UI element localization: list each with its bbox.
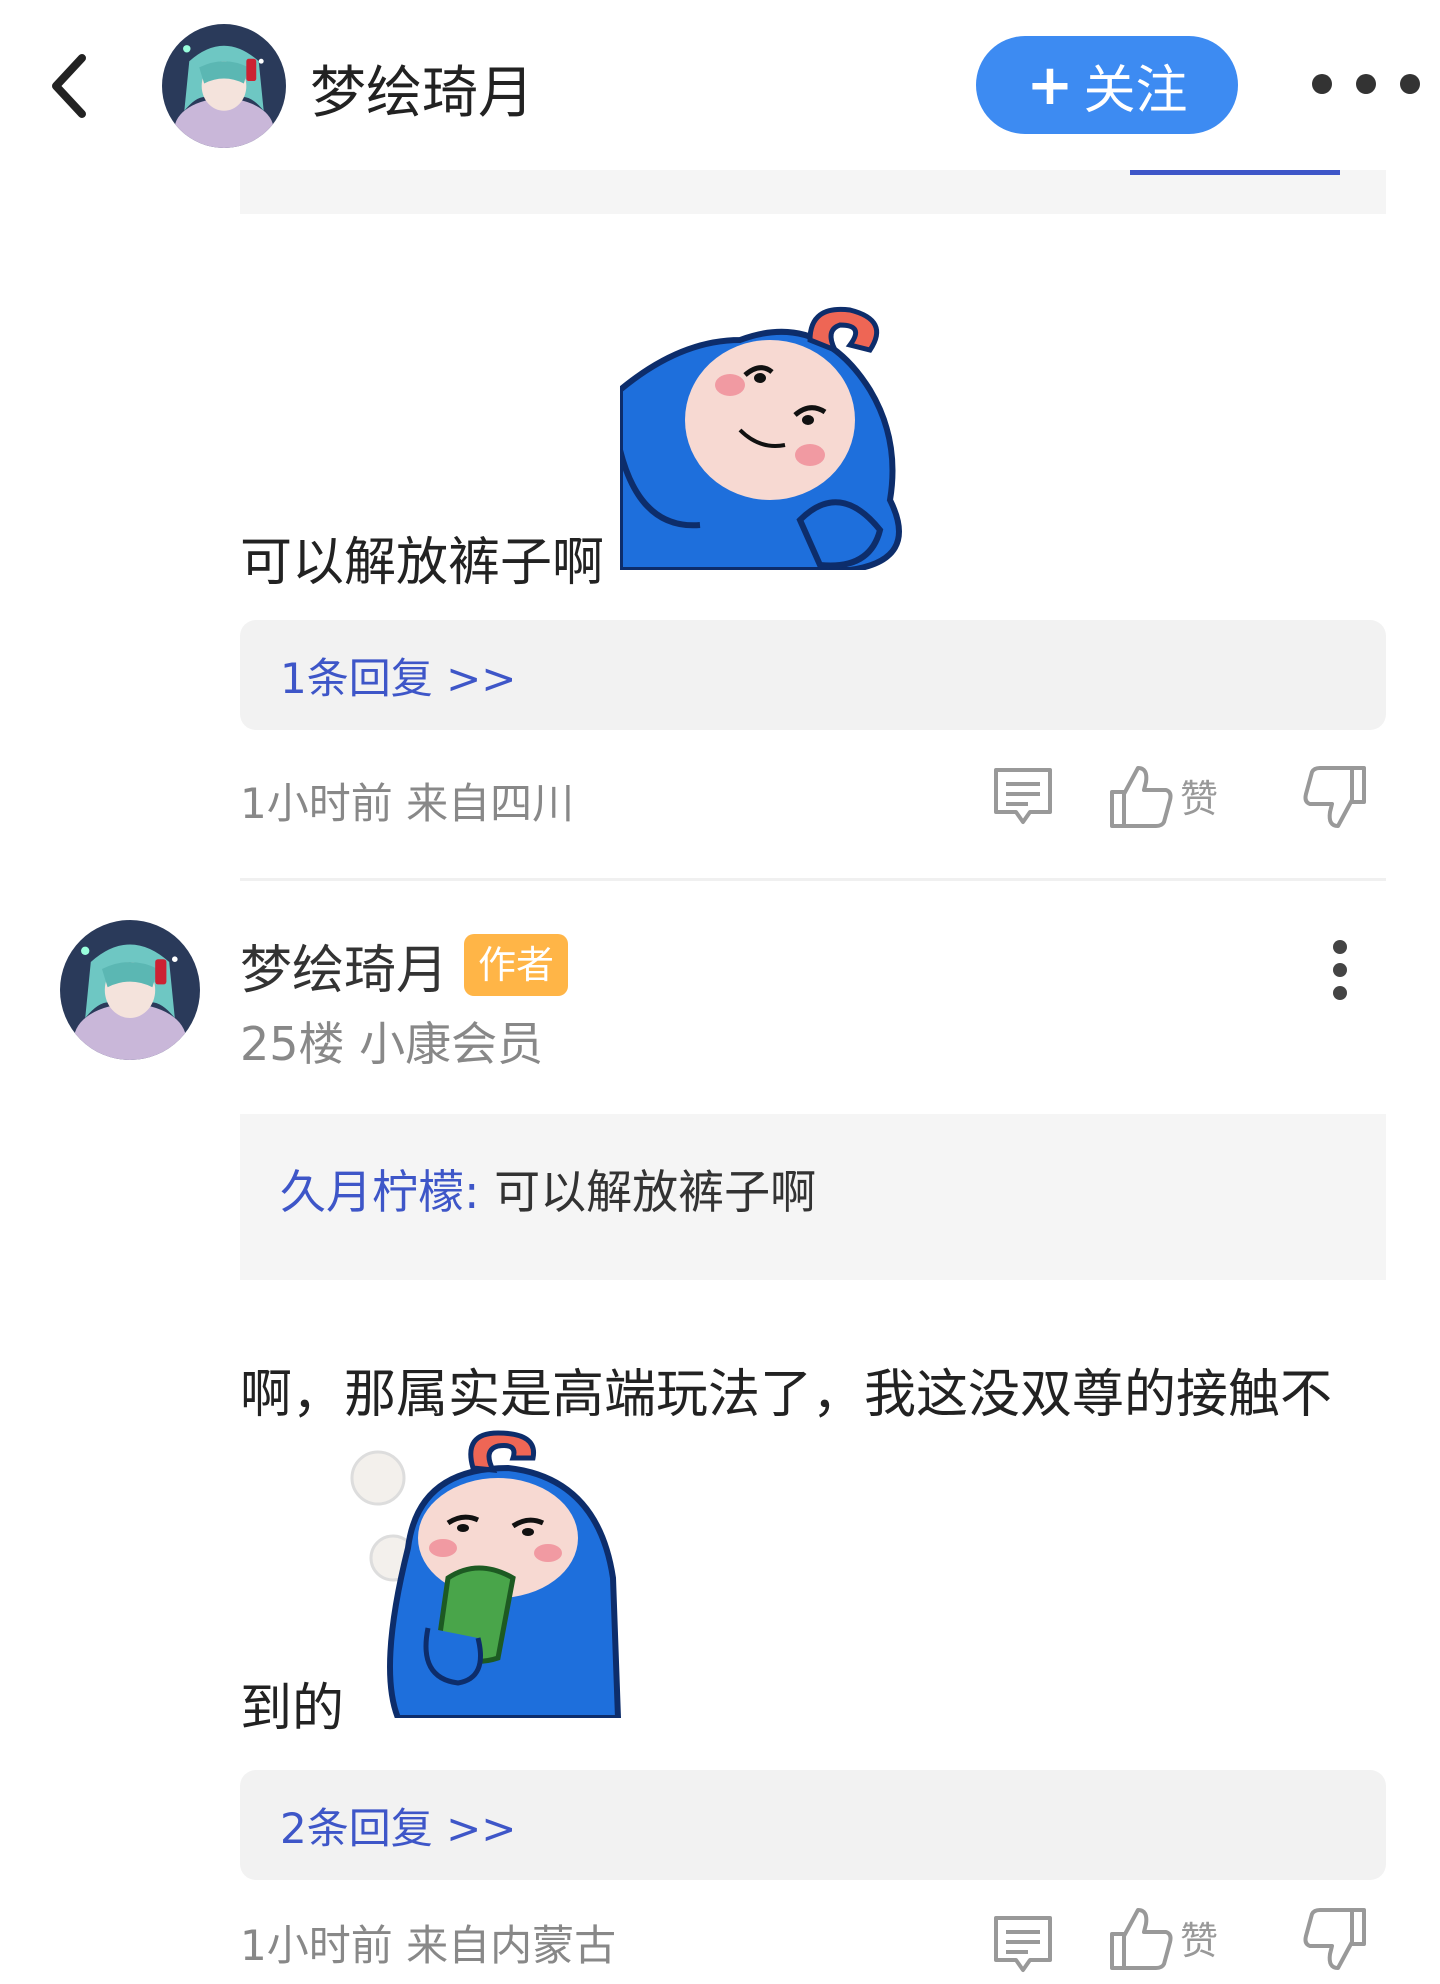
thumbs-down-icon[interactable] bbox=[1300, 1904, 1370, 1974]
like-label[interactable]: 赞 bbox=[1180, 768, 1218, 823]
top-bar: 梦绘琦月 + 关注 bbox=[0, 0, 1440, 170]
replies-count-label[interactable]: 1条回复 >> bbox=[280, 645, 516, 706]
thumbs-up-icon[interactable] bbox=[1106, 1904, 1176, 1974]
like-label[interactable]: 赞 bbox=[1180, 1910, 1218, 1965]
plus-icon: + bbox=[1026, 52, 1074, 118]
follow-button[interactable]: + 关注 bbox=[976, 36, 1238, 134]
thumbs-up-icon[interactable] bbox=[1106, 762, 1176, 832]
sticker-eating-blue-character bbox=[348, 1428, 623, 1721]
comment-icon[interactable] bbox=[988, 1910, 1058, 1980]
sticker-lying-blue-character bbox=[617, 300, 910, 573]
more-dots-icon[interactable] bbox=[1312, 74, 1420, 98]
floor-info: 25楼 小康会员 bbox=[240, 1017, 544, 1071]
replies-link[interactable]: 1条回复 >> bbox=[240, 620, 1386, 730]
comment-meta: 1小时前 来自四川 bbox=[240, 779, 575, 828]
comment-text-line1: 啊，那属实是高端玩法了，我这没双尊的接触不 bbox=[240, 1365, 1333, 1425]
quoted-reply: 久月柠檬: 可以解放裤子啊 bbox=[280, 1156, 816, 1222]
replies-link[interactable]: 2条回复 >> bbox=[240, 1770, 1386, 1880]
comment-text-line2: 到的 bbox=[240, 1679, 345, 1739]
comment-username[interactable]: 梦绘琦月 bbox=[240, 928, 448, 1003]
back-chevron-icon[interactable] bbox=[40, 46, 100, 126]
follow-label: 关注 bbox=[1083, 60, 1188, 121]
header-username[interactable]: 梦绘琦月 bbox=[310, 48, 534, 129]
comment-divider bbox=[240, 878, 1386, 881]
replies-count-label[interactable]: 2条回复 >> bbox=[280, 1795, 516, 1856]
kebab-menu-icon[interactable] bbox=[1330, 940, 1350, 1000]
user-avatar[interactable] bbox=[60, 920, 200, 1060]
quoted-author[interactable]: 久月柠檬: bbox=[280, 1165, 480, 1219]
author-badge: 作者 bbox=[464, 934, 569, 996]
thumbs-down-icon[interactable] bbox=[1300, 762, 1370, 832]
comment-meta: 1小时前 来自内蒙古 bbox=[240, 1921, 617, 1970]
comment-text: 可以解放裤子啊 bbox=[240, 533, 605, 593]
quoted-text: 可以解放裤子啊 bbox=[494, 1165, 817, 1219]
comment-icon[interactable] bbox=[988, 762, 1058, 832]
header-avatar[interactable] bbox=[162, 24, 286, 148]
